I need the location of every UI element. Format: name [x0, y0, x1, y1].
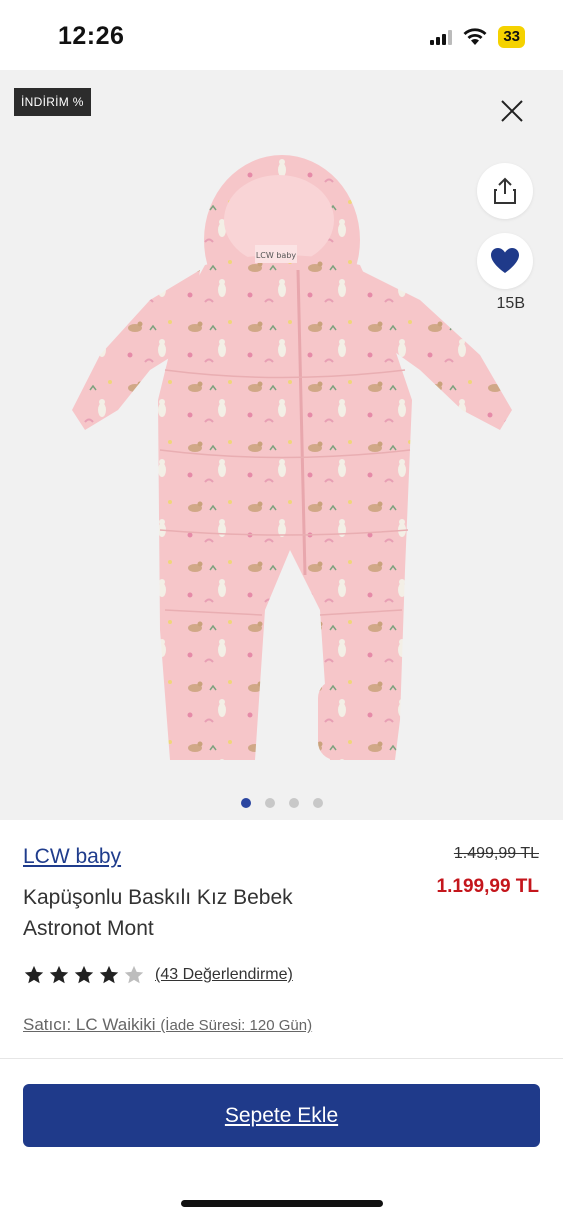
status-time: 12:26	[58, 22, 125, 50]
star-filled-icon	[74, 965, 94, 984]
heart-icon	[491, 248, 519, 273]
share-button[interactable]	[477, 163, 533, 219]
battery-icon: 33	[498, 26, 525, 48]
carousel-dot[interactable]	[312, 798, 323, 808]
star-empty-icon	[124, 965, 144, 984]
product-image-gallery[interactable]: LCW baby İNDİRİM % 15B	[0, 70, 563, 820]
seller-info[interactable]: Satıcı: LC Waikiki (İade Süresi: 120 Gün…	[23, 1015, 312, 1035]
wifi-icon	[463, 28, 487, 45]
status-bar: 12:26 33	[0, 0, 563, 70]
favorite-count: 15B	[496, 295, 525, 312]
return-period: (İade Süresi: 120 Gün)	[160, 1017, 313, 1034]
svg-text:LCW baby: LCW baby	[256, 251, 297, 260]
rating: (43 Değerlendirme)	[23, 964, 293, 986]
home-indicator[interactable]	[181, 1200, 383, 1207]
carousel-dots	[0, 798, 563, 808]
favorite-button[interactable]	[477, 233, 533, 289]
brand-link[interactable]: LCW baby	[23, 845, 121, 869]
review-count-link[interactable]: (43 Değerlendirme)	[155, 966, 293, 984]
bottom-action-bar: Sepete Ekle	[0, 1058, 563, 1219]
discount-badge: İNDİRİM %	[14, 88, 91, 116]
star-filled-icon	[24, 965, 44, 984]
star-filled-icon	[99, 965, 119, 984]
carousel-dot[interactable]	[240, 798, 251, 808]
new-price: 1.199,99 TL	[436, 876, 539, 897]
star-filled-icon	[49, 965, 69, 984]
share-icon	[494, 177, 516, 204]
carousel-dot[interactable]	[288, 798, 299, 808]
seller-name[interactable]: Satıcı: LC Waikiki	[23, 1015, 156, 1034]
add-to-cart-button[interactable]: Sepete Ekle	[23, 1084, 540, 1147]
close-icon[interactable]	[497, 96, 527, 126]
status-icons: 33	[430, 26, 525, 48]
carousel-dot[interactable]	[264, 798, 275, 808]
cellular-signal-icon	[430, 29, 453, 45]
product-title: Kapüşonlu Baskılı Kız Bebek Astronot Mon…	[23, 886, 293, 940]
old-price: 1.499,99 TL	[453, 845, 539, 862]
rating-stars	[23, 964, 145, 986]
